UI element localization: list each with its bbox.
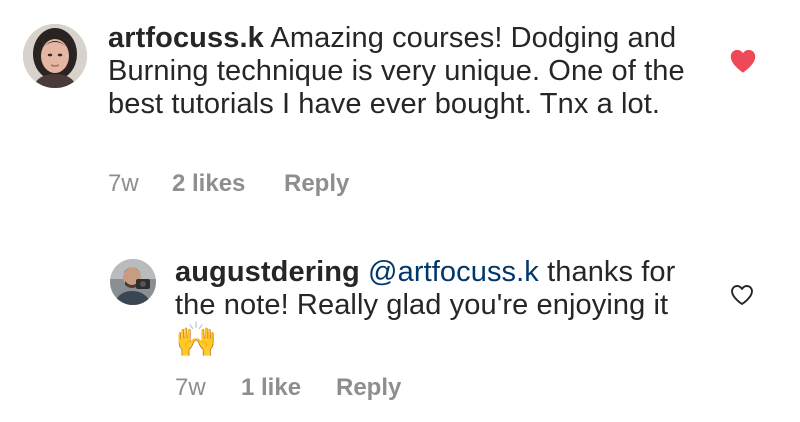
comment-meta: 7w 2 likes Reply [108,170,349,198]
comment-username[interactable]: augustdering [175,256,360,288]
heart-outline-icon [731,285,753,305]
comment-text: artfocuss.k Amazing courses! Dodging and… [108,22,708,121]
reply-button[interactable]: Reply [336,374,401,402]
heart-filled-icon [730,49,756,73]
reply-button[interactable]: Reply [284,170,349,198]
comment-text: augustdering @artfocuss.k thanks for the… [175,256,715,359]
avatar[interactable] [110,259,156,305]
mention-link[interactable]: @artfocuss.k [368,256,539,288]
user-avatar-icon [110,259,156,305]
comment-timestamp[interactable]: 7w [175,374,241,402]
like-button[interactable] [730,284,754,311]
user-avatar-icon [23,24,87,88]
comment-likes-count[interactable]: 1 like [241,374,336,402]
like-button[interactable] [729,48,757,79]
comment-timestamp[interactable]: 7w [108,170,172,198]
comment-username[interactable]: artfocuss.k [108,22,264,54]
raising-hands-emoji-icon: 🙌 [175,321,218,359]
comment-meta: 7w 1 like Reply [175,374,401,402]
comment-likes-count[interactable]: 2 likes [172,170,284,198]
avatar[interactable] [23,24,87,88]
